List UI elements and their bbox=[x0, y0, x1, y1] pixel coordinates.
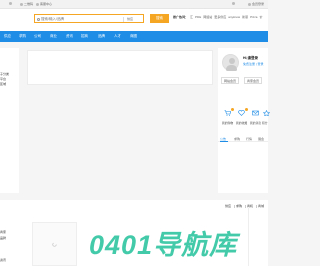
quick-action-label: 积分 bbox=[262, 121, 268, 125]
nav-item-invest[interactable]: 招商 bbox=[81, 34, 88, 39]
login-register-link[interactable]: 免费注册 | 登录 bbox=[243, 62, 263, 66]
quick-action-label: 我的收藏 bbox=[236, 121, 248, 125]
banner-slot[interactable] bbox=[27, 50, 213, 85]
topbar-link-label: 客服中心 bbox=[40, 2, 53, 6]
qrcode-icon bbox=[20, 2, 23, 6]
cart-icon[interactable] bbox=[224, 110, 231, 116]
link-separator bbox=[234, 204, 235, 208]
topbar-cart-link[interactable] bbox=[232, 2, 236, 5]
nav-item-company[interactable]: 公司 bbox=[34, 34, 41, 39]
hot-keyword-link[interactable]: 价 bbox=[259, 15, 262, 19]
cart-icon bbox=[232, 2, 235, 5]
hot-keywords: 推广热词： 汇 PDE 网络站 更多供应 anyknow 新丽 Pizza 价 bbox=[173, 15, 268, 19]
active-tab-indicator bbox=[220, 141, 228, 142]
topbar-service-link[interactable]: 客服中心 bbox=[36, 2, 52, 6]
top-utility-bar: 二维码 客服中心 会员登录 bbox=[0, 0, 268, 9]
category-item[interactable]: 子分类 bbox=[0, 72, 9, 76]
merchant-member-button[interactable]: 商家会员 bbox=[244, 77, 262, 84]
lower-list-item[interactable]: 资讯 bbox=[0, 258, 6, 262]
search-category-select[interactable]: 供应 bbox=[127, 17, 133, 21]
search-input[interactable] bbox=[37, 15, 123, 22]
loading-spinner-icon bbox=[52, 242, 57, 247]
quick-action-label: 我的消息 bbox=[250, 121, 262, 125]
hot-keyword-link[interactable]: PDE bbox=[195, 15, 201, 19]
topbar-link-label: 会员登录 bbox=[252, 2, 265, 6]
site-member-button[interactable]: 网站会员 bbox=[221, 77, 239, 84]
hot-keyword-link[interactable]: 网络站 bbox=[203, 15, 212, 19]
avatar bbox=[222, 54, 239, 71]
image-placeholder bbox=[32, 222, 77, 266]
lower-link[interactable]: 供应 bbox=[225, 204, 231, 208]
nav-item-supply[interactable]: 供应 bbox=[4, 34, 11, 39]
link-separator bbox=[245, 204, 246, 208]
avatar-head bbox=[228, 58, 235, 64]
search-button[interactable]: 搜索 bbox=[150, 14, 169, 23]
nav-item-business[interactable]: 商业 bbox=[50, 34, 57, 39]
category-item[interactable]: 区域 bbox=[0, 82, 6, 86]
hot-keyword-link[interactable]: anyknow bbox=[228, 15, 240, 19]
nav-item-news[interactable]: 资讯 bbox=[66, 34, 73, 39]
watermark-logo: 0401导航库 bbox=[89, 230, 241, 260]
nav-item-brand[interactable]: 品牌 bbox=[98, 34, 105, 39]
mail-icon[interactable] bbox=[252, 110, 259, 116]
topbar-home-link[interactable] bbox=[9, 2, 13, 5]
nav-item-buy[interactable]: 求购 bbox=[19, 34, 26, 39]
topbar-login-link[interactable]: 会员登录 bbox=[248, 2, 264, 6]
star-icon[interactable] bbox=[263, 110, 270, 116]
avatar-body bbox=[226, 65, 237, 71]
user-greeting: Hi,请登录 bbox=[243, 56, 258, 60]
quick-action-label: 我的购物 bbox=[222, 121, 234, 125]
category-item[interactable]: 平台 bbox=[0, 77, 6, 81]
nav-item-circle[interactable]: 商圈 bbox=[130, 34, 137, 39]
cart-badge bbox=[231, 108, 234, 111]
lower-link[interactable]: 求购 bbox=[236, 204, 242, 208]
heart-icon[interactable] bbox=[238, 110, 245, 116]
favorites-badge bbox=[245, 108, 248, 111]
home-icon bbox=[9, 2, 12, 5]
hot-keywords-label: 推广热词： bbox=[173, 15, 189, 19]
watermark-text: 0401导航库 bbox=[89, 230, 241, 260]
search-box: 供应 bbox=[34, 14, 144, 23]
hot-keyword-link[interactable]: 汇 bbox=[190, 15, 193, 19]
topbar-link-label: 二维码 bbox=[24, 2, 34, 6]
category-panel: 子分类 平台 区域 bbox=[0, 48, 19, 193]
topbar-qrcode-link[interactable]: 二维码 bbox=[20, 2, 33, 6]
hot-keyword-link[interactable]: 更多供应 bbox=[214, 15, 226, 19]
hot-keyword-link[interactable]: Pizza bbox=[250, 15, 257, 19]
headset-icon bbox=[36, 2, 39, 6]
lower-list-item[interactable]: 品牌 bbox=[0, 236, 6, 240]
main-nav: 供应 求购 公司 商业 资讯 招商 品牌 人才 商圈 bbox=[0, 31, 268, 42]
hot-keyword-link[interactable]: 新丽 bbox=[242, 15, 248, 19]
user-icon bbox=[248, 2, 251, 6]
search-divider bbox=[123, 16, 124, 22]
nav-item-talent[interactable]: 人才 bbox=[114, 34, 121, 39]
lower-list-item[interactable]: 商家 bbox=[0, 230, 6, 234]
